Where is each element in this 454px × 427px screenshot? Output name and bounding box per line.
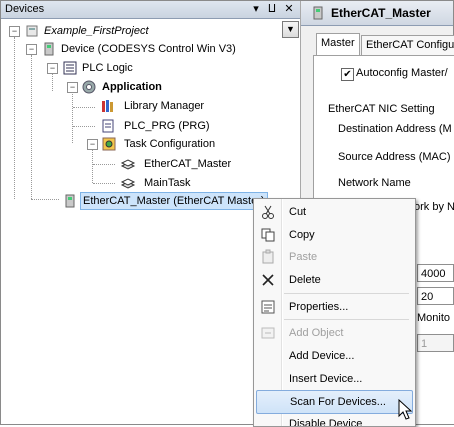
menu-item-label: Paste [289, 251, 318, 263]
tree-line [72, 91, 73, 143]
menu-item-label: Cut [289, 206, 307, 218]
cycle-time-input[interactable]: 4000 [417, 264, 454, 282]
task-stack-icon [120, 178, 136, 189]
menu-item-properties[interactable]: Properties... [256, 296, 411, 318]
pin-icon[interactable]: ⨿ [265, 2, 279, 16]
delete-icon [262, 274, 274, 286]
device-label: Device (CODESYS Control Win V3) [61, 43, 236, 55]
network-name-label: Network Name [338, 177, 411, 189]
menu-item-label: Scan For Devices... [290, 396, 386, 408]
autoconfig-checkbox[interactable]: ✔ [341, 68, 354, 81]
collapse-icon[interactable]: − [67, 82, 78, 93]
project-label: Example_FirstProject [44, 25, 149, 37]
tree-line [93, 183, 115, 184]
application-gear-icon [82, 80, 96, 94]
plc-prg-label: PLC_PRG (PRG) [124, 120, 210, 132]
ethercat-master-device-label: EtherCAT_Master (EtherCAT Master) [80, 192, 268, 210]
ethercat-task-label: EtherCAT_Master [144, 158, 232, 170]
menu-item-paste[interactable]: Paste [256, 246, 411, 268]
menu-item-add-object[interactable]: Add Object [256, 322, 411, 344]
library-books-icon [102, 100, 113, 112]
collapse-icon[interactable]: − [47, 63, 58, 74]
tree-line [73, 107, 95, 108]
collapse-icon[interactable]: − [26, 44, 37, 55]
dropdown-icon[interactable]: ▾ [249, 2, 263, 16]
paste-icon [262, 249, 274, 264]
application-label: Application [102, 81, 162, 93]
menu-separator [284, 319, 409, 320]
menu-item-cut[interactable]: Cut [256, 201, 411, 223]
tree-line [93, 164, 115, 165]
nic-setting-group-label: EtherCAT NIC Setting [328, 103, 435, 115]
collapse-icon[interactable]: − [87, 139, 98, 150]
task-config-icon [102, 137, 116, 151]
menu-item-label: Copy [289, 229, 315, 241]
library-manager-label: Library Manager [124, 100, 205, 112]
menu-item-label: Delete [289, 274, 321, 286]
sync-offset-input[interactable]: 20 [417, 287, 454, 305]
menu-item-scan-for-devices[interactable]: Scan For Devices... [256, 390, 413, 414]
mouse-cursor-icon [398, 399, 413, 420]
tab-ethercat-configuration[interactable]: EtherCAT Configu [361, 35, 454, 55]
tree-line [52, 73, 53, 91]
menu-item-add-device[interactable]: Add Device... [256, 345, 411, 367]
menu-item-label: Add Object [289, 327, 344, 339]
program-icon [102, 119, 114, 133]
menu-separator [284, 293, 409, 294]
plc-logic-icon [63, 61, 77, 75]
editor-title: EtherCAT_Master [331, 6, 431, 20]
collapse-icon[interactable]: − [9, 26, 20, 37]
tree-line [14, 37, 15, 199]
autoconfig-label: Autoconfig Master/ [356, 67, 448, 79]
menu-item-delete[interactable]: Delete [256, 269, 411, 291]
close-icon[interactable]: ✕ [282, 2, 296, 16]
devices-title-bar: Devices ▾ ⨿ ✕ [1, 1, 300, 19]
main-task-label: MainTask [144, 177, 191, 189]
tree-dropdown-button[interactable]: ▼ [282, 21, 299, 38]
menu-item-copy[interactable]: Copy [256, 224, 411, 246]
project-icon [26, 25, 38, 37]
source-address-label: Source Address (MAC) [338, 151, 451, 163]
tree-line [31, 55, 32, 199]
add-object-icon [261, 327, 275, 339]
task-configuration-label: Task Configuration [124, 138, 216, 150]
devices-title: Devices [5, 3, 45, 15]
device-icon [65, 194, 75, 208]
tree-line [73, 126, 95, 127]
menu-item-insert-device[interactable]: Insert Device... [256, 368, 411, 390]
scissors-icon [262, 205, 274, 219]
editor-title-bar: EtherCAT_Master [301, 1, 453, 26]
copy-icon [261, 228, 275, 242]
device-icon [313, 6, 323, 20]
properties-icon [261, 300, 275, 314]
menu-item-label: Add Device... [289, 350, 355, 362]
plc-logic-label: PLC Logic [82, 62, 133, 74]
disabled-value-input[interactable]: 1 [417, 334, 454, 352]
menu-item-label: Properties... [289, 301, 349, 313]
tab-master[interactable]: Master [316, 33, 360, 55]
tree-line [31, 199, 59, 200]
task-stack-icon [120, 159, 136, 170]
monitoring-label: Monito [417, 312, 451, 324]
context-menu: Cut Copy Paste Delete Properties... Add … [253, 198, 416, 427]
destination-address-label: Destination Address (M [338, 123, 452, 135]
menu-item-label: Insert Device... [289, 373, 363, 385]
tree-line [92, 147, 93, 183]
device-icon [44, 42, 54, 56]
select-network-label: ork by N [414, 201, 454, 213]
